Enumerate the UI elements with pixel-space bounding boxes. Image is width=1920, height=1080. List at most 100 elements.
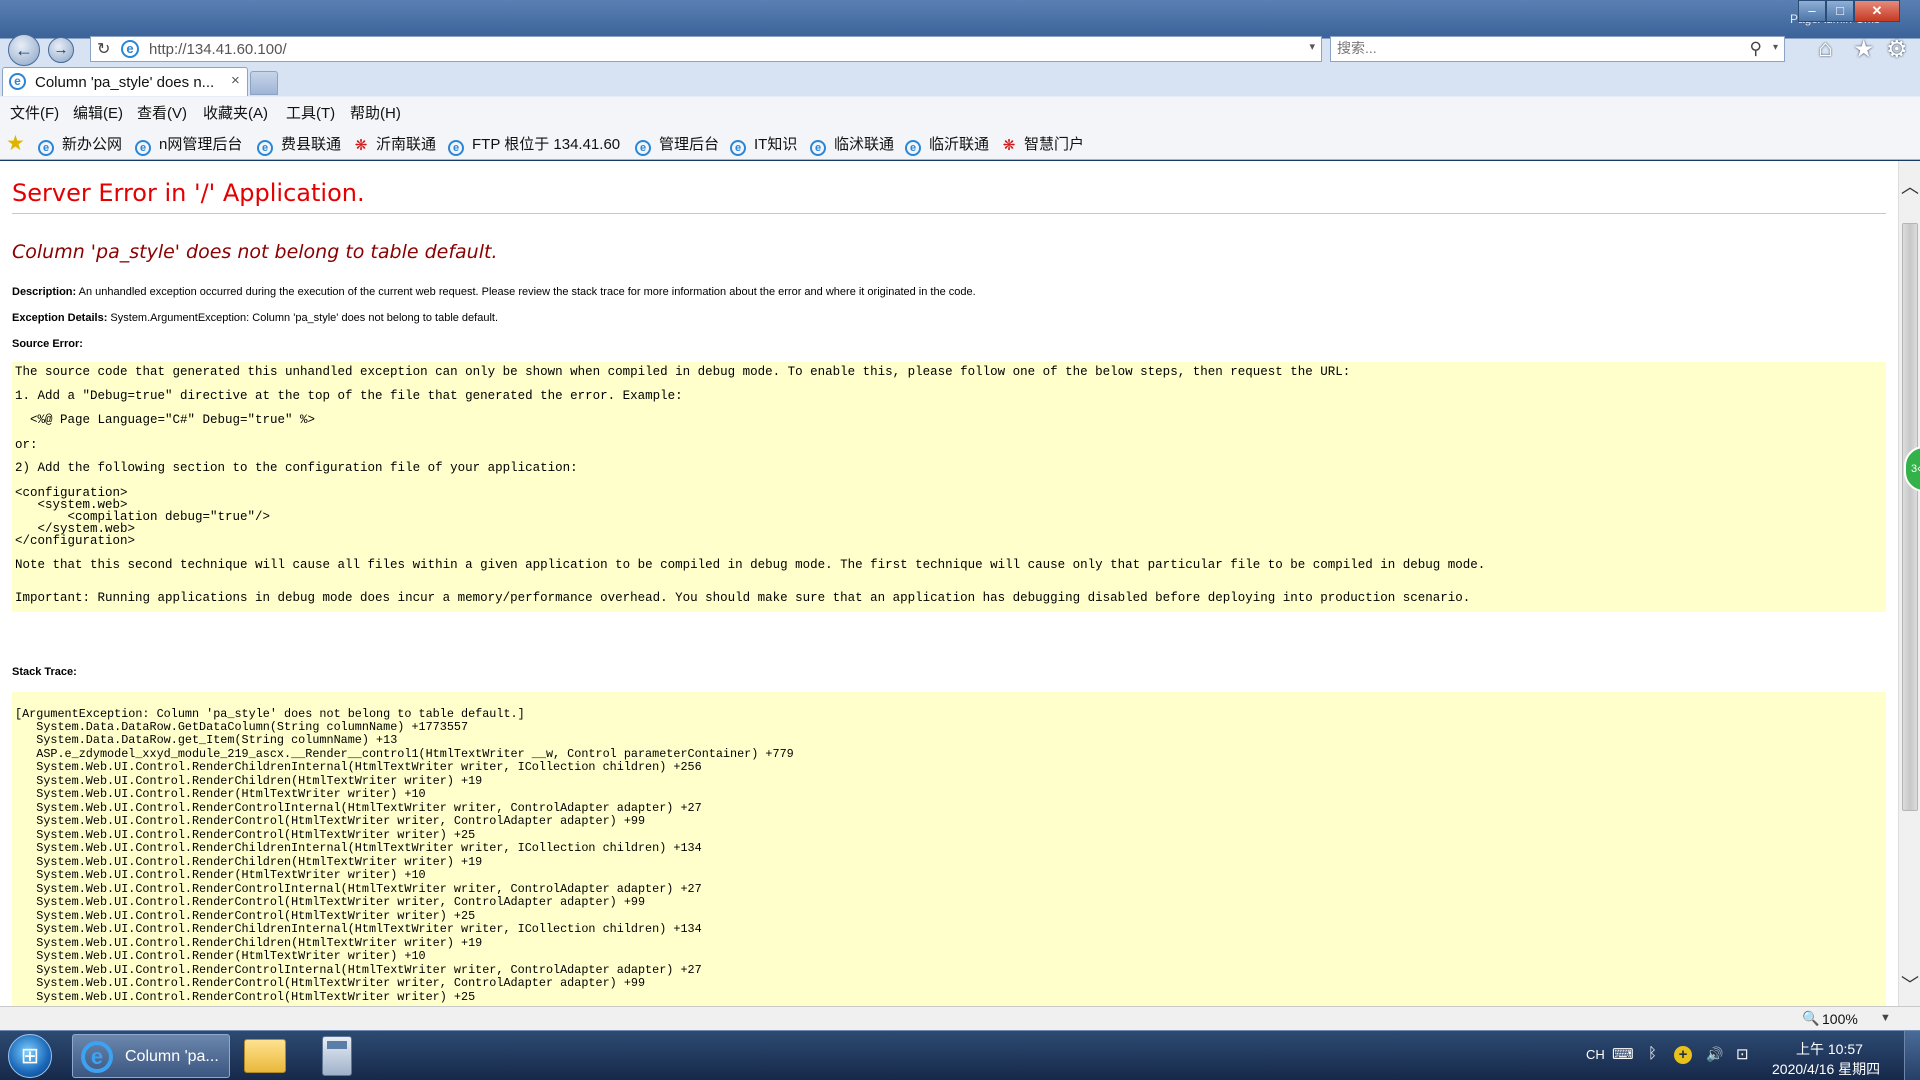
ie-icon: e: [810, 140, 826, 156]
zoom-dropdown-icon[interactable]: ▼: [1880, 1012, 1891, 1024]
clock-date[interactable]: 2020/4/16 星期四: [1772, 1059, 1880, 1079]
tab-title: Column 'pa_style' does n...: [35, 74, 215, 91]
clock-time[interactable]: 上午 10:57: [1796, 1039, 1863, 1059]
menu-favorites[interactable]: 收藏夹(A): [203, 102, 268, 123]
stack-line: System.Web.UI.Control.RenderControl(Html…: [15, 814, 646, 828]
show-desktop-button[interactable]: [1904, 1031, 1920, 1080]
bluetooth-icon[interactable]: ᛒ: [1648, 1045, 1657, 1062]
forward-button[interactable]: →: [48, 37, 74, 63]
fav-link[interactable]: e 新办公网: [38, 133, 122, 156]
stack-trace-label: Stack Trace:: [12, 666, 77, 678]
stack-line: System.Data.DataRow.get_Item(String colu…: [15, 733, 398, 747]
stack-line: System.Web.UI.Control.RenderControl(Html…: [15, 976, 646, 990]
ie-icon: e: [121, 40, 139, 58]
menu-bar: 文件(F) 编辑(E) 查看(V) 收藏夹(A) 工具(T) 帮助(H): [0, 97, 1920, 125]
close-tab-icon[interactable]: ×: [231, 72, 240, 89]
search-icon[interactable]: ⚲: [1750, 39, 1762, 59]
source-line: <%@ Page Language="C#" Debug="true" %>: [15, 413, 316, 427]
fav-link[interactable]: e n网管理后台: [135, 133, 242, 156]
description-label: Description:: [12, 286, 77, 298]
stack-line: [ArgumentException: Column 'pa_style' do…: [15, 707, 525, 721]
stack-line: System.Web.UI.Control.RenderControl(Html…: [15, 895, 646, 909]
vertical-scrollbar[interactable]: ︿ ﹀: [1898, 161, 1920, 1006]
home-icon[interactable]: ⌂: [1818, 35, 1833, 63]
fav-link-label: 费县联通: [281, 136, 342, 153]
stack-line: System.Web.UI.Control.RenderControl(Html…: [15, 828, 476, 842]
source-line: or:: [15, 438, 38, 452]
fav-link-label: IT知识: [754, 136, 798, 153]
menu-tools[interactable]: 工具(T): [286, 102, 335, 123]
volume-icon[interactable]: 🔊: [1706, 1046, 1723, 1063]
ie-icon: e: [81, 1041, 113, 1073]
tab-strip: e Column 'pa_style' does n... ×: [0, 67, 1920, 96]
search-input[interactable]: [1337, 40, 1737, 56]
fav-link[interactable]: e 费县联通: [257, 133, 341, 156]
exception-line: Exception Details: System.ArgumentExcept…: [12, 312, 498, 324]
maximize-button[interactable]: □: [1826, 0, 1854, 22]
address-dropdown-icon[interactable]: ▾: [1309, 40, 1315, 53]
explorer-folder-icon[interactable]: [244, 1039, 286, 1073]
stack-line: System.Web.UI.Control.Render(HtmlTextWri…: [15, 787, 426, 801]
menu-file[interactable]: 文件(F): [10, 102, 59, 123]
source-line: </configuration>: [15, 534, 136, 548]
stack-line: System.Data.DataRow.GetDataColumn(String…: [15, 720, 469, 734]
address-bar[interactable]: ↻ e http://134.41.60.100/ ▾: [90, 36, 1322, 62]
scroll-down-arrow-icon[interactable]: ﹀: [1901, 971, 1919, 997]
add-favorite-star-icon[interactable]: ★: [6, 131, 25, 156]
url-text[interactable]: http://134.41.60.100/: [149, 41, 287, 58]
fav-link[interactable]: e 临沭联通: [810, 133, 894, 156]
ie-icon: e: [135, 140, 151, 156]
fav-link-label: 管理后台: [659, 136, 720, 153]
tray-app-icon[interactable]: +: [1674, 1046, 1692, 1064]
page-viewport: Server Error in '/' Application. Column …: [0, 161, 1898, 1006]
tab-active[interactable]: e Column 'pa_style' does n... ×: [2, 67, 248, 96]
browser-chrome: PageAdmin Cms – □ ✕ ← → ↻ e http://134.4…: [0, 0, 1920, 160]
menu-edit[interactable]: 编辑(E): [73, 102, 123, 123]
refresh-icon[interactable]: ↻: [97, 39, 110, 59]
search-dropdown-icon[interactable]: ▾: [1773, 42, 1778, 53]
fav-link-label: 临沭联通: [834, 136, 895, 153]
fav-link[interactable]: ❋ 沂南联通: [352, 133, 436, 155]
zoom-level[interactable]: 100%: [1822, 1011, 1858, 1027]
source-line: Note that this second technique will cau…: [15, 558, 1486, 572]
favorites-star-icon[interactable]: ★: [1853, 35, 1875, 64]
zoom-icon[interactable]: 🔍: [1802, 1010, 1819, 1027]
page-title: Server Error in '/' Application.: [12, 179, 365, 207]
back-button[interactable]: ←: [8, 34, 40, 66]
scroll-up-arrow-icon[interactable]: ︿: [1901, 173, 1919, 199]
stack-line: System.Web.UI.Control.Render(HtmlTextWri…: [15, 868, 426, 882]
fav-link[interactable]: e 管理后台: [635, 133, 719, 156]
fav-link[interactable]: e IT知识: [730, 133, 797, 156]
fav-link[interactable]: e FTP 根位于 134.41.60: [448, 133, 620, 156]
description-text: An unhandled exception occurred during t…: [78, 286, 976, 298]
menu-help[interactable]: 帮助(H): [350, 102, 401, 123]
minimize-button[interactable]: –: [1798, 0, 1826, 22]
network-icon[interactable]: ⊡: [1736, 1045, 1749, 1063]
calculator-icon[interactable]: [322, 1036, 352, 1076]
fav-link[interactable]: e 临沂联通: [905, 133, 989, 156]
taskbar-ie-window[interactable]: e Column 'pa...: [72, 1034, 230, 1078]
gear-icon[interactable]: ⚙: [1886, 35, 1908, 64]
fav-link[interactable]: ❋ 智慧门户: [1000, 133, 1084, 155]
scroll-thumb[interactable]: [1902, 223, 1918, 811]
fav-link-label: 智慧门户: [1024, 136, 1085, 153]
close-window-button[interactable]: ✕: [1854, 0, 1900, 22]
menu-view[interactable]: 查看(V): [137, 102, 187, 123]
navigation-bar: ← → ↻ e http://134.41.60.100/ ▾ ⚲ ▾ ⌂ ★ …: [0, 32, 1920, 66]
fav-link-label: 沂南联通: [376, 136, 437, 153]
stack-line: System.Web.UI.Control.RenderChildren(Htm…: [15, 774, 483, 788]
language-indicator[interactable]: CH: [1586, 1047, 1605, 1062]
stack-line: System.Web.UI.Control.Render(HtmlTextWri…: [15, 949, 426, 963]
search-box[interactable]: ⚲ ▾: [1330, 36, 1785, 62]
start-button[interactable]: ⊞: [8, 1034, 52, 1078]
stack-trace-label-text: Stack Trace:: [12, 666, 77, 678]
divider: [12, 213, 1886, 214]
stack-line: System.Web.UI.Control.RenderControlInter…: [15, 963, 702, 977]
new-tab-button[interactable]: [250, 71, 278, 95]
fav-link-label: n网管理后台: [159, 136, 243, 153]
fav-link-label: 临沂联通: [929, 136, 990, 153]
source-line: Important: Running applications in debug…: [15, 591, 1471, 605]
keyboard-icon[interactable]: ⌨: [1612, 1045, 1634, 1063]
status-bar: 🔍 100% ▼: [0, 1006, 1920, 1030]
stack-line: System.Web.UI.Control.RenderControlInter…: [15, 801, 702, 815]
